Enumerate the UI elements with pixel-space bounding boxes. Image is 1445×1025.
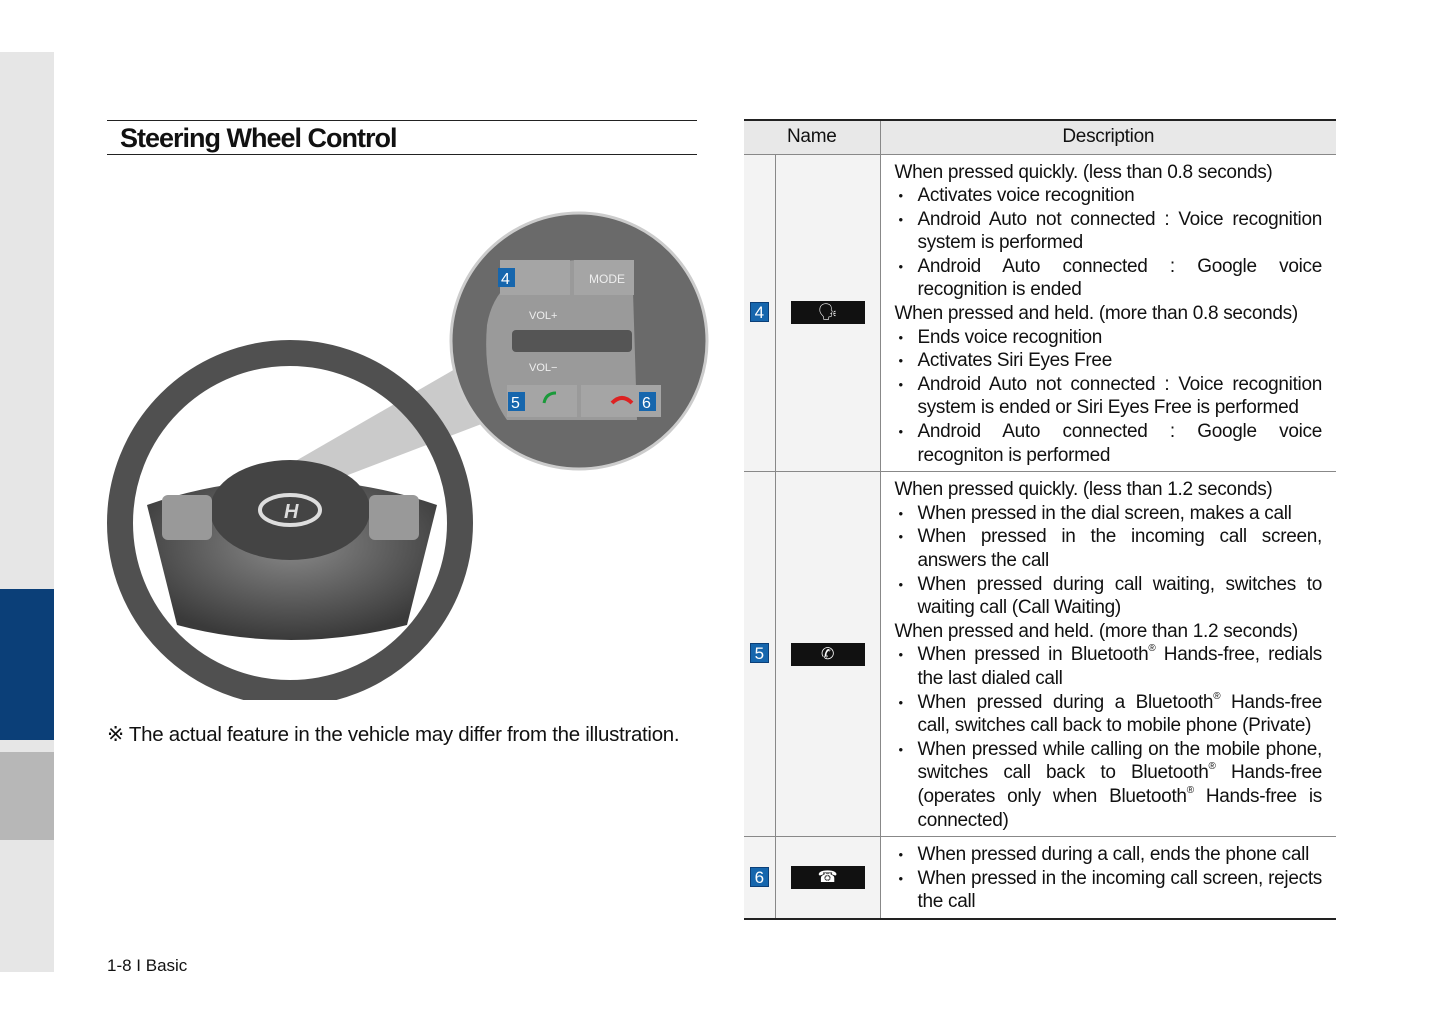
voice-recognition-icon: 🗣︎ bbox=[790, 301, 865, 325]
table-row: 4 🗣︎ When pressed quickly. (less than 0.8 … bbox=[744, 154, 1336, 473]
callout-4: 4 bbox=[498, 268, 515, 288]
condition-heading: When pressed and held. (more than 1.2 se… bbox=[894, 620, 1299, 642]
bullet-item: When pressed during a Bluetooth® Hands-f… bbox=[895, 691, 1322, 738]
bullet-item: When pressed in the dial screen, makes a… bbox=[895, 502, 1323, 526]
chapter-sidebar bbox=[0, 52, 54, 972]
number-badge: 4 bbox=[749, 301, 769, 322]
condition-heading: When pressed quickly. (less than 1.2 sec… bbox=[894, 479, 1273, 501]
bullet-item: Activates voice recognition bbox=[895, 184, 1323, 208]
bullet-item: When pressed in the incoming call screen… bbox=[895, 867, 1322, 914]
svg-text:6: 6 bbox=[642, 395, 651, 412]
page-title: Steering Wheel Control bbox=[120, 123, 398, 153]
svg-text:4: 4 bbox=[501, 271, 510, 288]
bullet-item: When pressed during a call, ends the pho… bbox=[895, 843, 1323, 867]
bullet-item: Ends voice recognition bbox=[895, 326, 1323, 350]
table-row: 5 ✆ When pressed quickly. (less than 1.2 s… bbox=[744, 471, 1336, 838]
page-footer: 1-8 I Basic bbox=[107, 956, 188, 975]
bullet-item: Activates Siri Eyes Free bbox=[895, 349, 1323, 373]
row-number: 6 bbox=[744, 836, 776, 920]
callout-5: 5 bbox=[508, 392, 525, 412]
bullet-item: Android Auto connected : Google voice re… bbox=[895, 255, 1322, 302]
condition-heading: When pressed quickly. (less than 0.8 sec… bbox=[894, 161, 1273, 183]
bullet-item: When pressed while calling on the mobile… bbox=[895, 738, 1322, 832]
bullet-item: When pressed in the incoming call screen… bbox=[895, 525, 1322, 572]
bullet-item: Android Auto connected : Google voice re… bbox=[895, 420, 1322, 467]
header-name: Name bbox=[744, 119, 881, 155]
header-description: Description bbox=[880, 119, 1336, 155]
callout-6: 6 bbox=[639, 392, 656, 412]
table-row: 6 ☎ When pressed during a call, ends the p… bbox=[744, 836, 1336, 920]
row-number: 5 bbox=[744, 471, 776, 838]
controls-table: Name Description 4 🗣︎ When pressed quickly… bbox=[744, 119, 1336, 920]
section-header: Steering Wheel Control bbox=[107, 120, 697, 155]
description-cell: When pressed quickly. (less than 0.8 sec… bbox=[880, 154, 1336, 473]
number-badge: 5 bbox=[749, 643, 769, 664]
bullet-item: When pressed in Bluetooth® Hands-free, r… bbox=[895, 643, 1322, 690]
svg-text:H: H bbox=[284, 501, 299, 523]
end-call-icon: ☎ bbox=[790, 866, 865, 890]
bullet-item: Android Auto not connected : Voice recog… bbox=[895, 373, 1322, 420]
row-number: 4 bbox=[744, 154, 776, 473]
chapter-tab bbox=[0, 752, 54, 840]
bullet-item: Android Auto not connected : Voice recog… bbox=[895, 208, 1322, 255]
bullet-item: When pressed during call waiting, switch… bbox=[895, 573, 1322, 620]
chapter-tab-active bbox=[0, 589, 54, 740]
illustration-note: ※ The actual feature in the vehicle may … bbox=[107, 723, 680, 746]
mode-label: MODE bbox=[589, 272, 625, 286]
svg-text:5: 5 bbox=[511, 395, 520, 412]
condition-heading: When pressed and held. (more than 0.8 se… bbox=[894, 303, 1299, 325]
vol-up-label: VOL+ bbox=[529, 310, 557, 322]
number-badge: 6 bbox=[749, 866, 769, 887]
description-cell: When pressed during a call, ends the pho… bbox=[880, 836, 1336, 920]
steering-wheel-illustration: H MODE VOL+ VOL− 4 5 6 bbox=[107, 205, 712, 706]
vol-down-label: VOL− bbox=[529, 362, 557, 374]
description-cell: When pressed quickly. (less than 1.2 sec… bbox=[880, 471, 1336, 838]
call-icon: ✆ bbox=[790, 642, 865, 666]
